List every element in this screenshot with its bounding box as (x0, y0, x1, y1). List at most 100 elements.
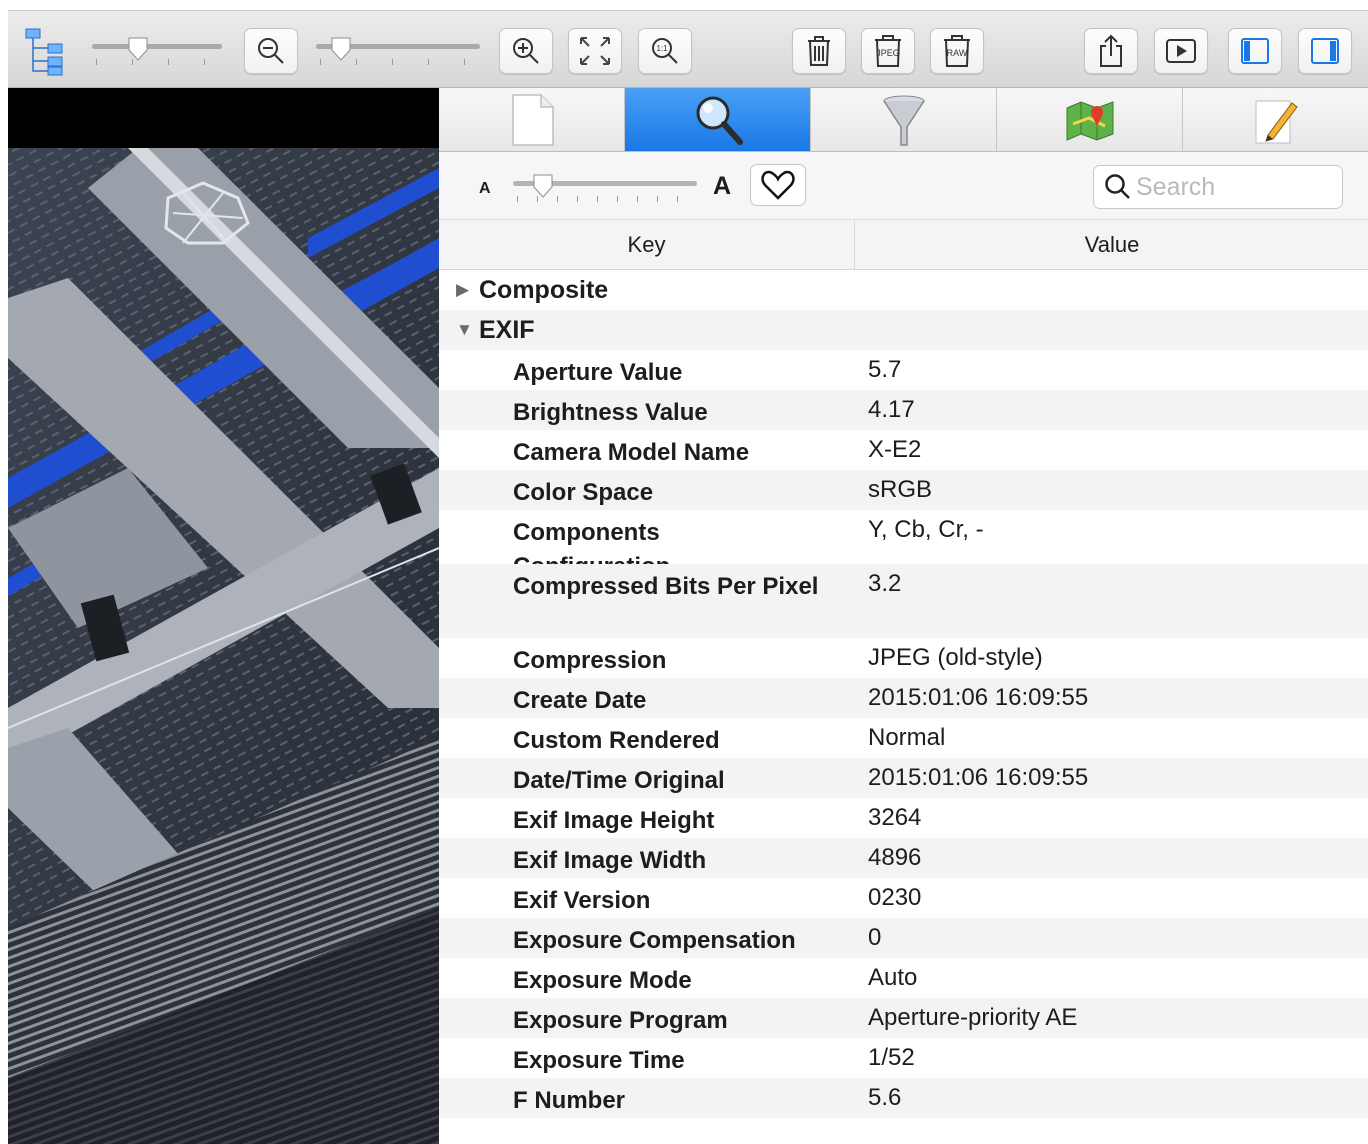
export-raw-button[interactable]: RAW (930, 28, 984, 74)
large-text-icon: A (713, 172, 732, 200)
row-key: Date/Time Original (513, 767, 725, 794)
row-key: Aperture Value (513, 359, 683, 386)
row-value: 5.6 (868, 1084, 902, 1111)
magnifier-icon (696, 96, 743, 145)
zoom-in-icon (513, 38, 539, 64)
row-value: Aperture-priority AE (868, 1004, 1078, 1031)
disclosure-down-icon[interactable]: ▼ (456, 320, 473, 340)
zoom-slider[interactable] (316, 37, 480, 66)
tab-edit[interactable] (1183, 88, 1368, 151)
toggle-right-sidebar-button[interactable] (1298, 28, 1352, 74)
row-value: Auto (868, 964, 918, 991)
row-value: 0 (868, 924, 882, 951)
search-input[interactable] (1136, 172, 1336, 202)
metadata-table: ▶ Composite ▼ EXIF Aperture Value 5.7 Bri… (439, 270, 1368, 1118)
slideshow-icon (1166, 39, 1196, 63)
toggle-left-sidebar-button[interactable] (1228, 28, 1282, 74)
row-value: 2015:01:06 16:09:55 (868, 684, 1089, 711)
share-button[interactable] (1084, 28, 1138, 74)
table-row[interactable]: Create Date 2015:01:06 16:09:55 (439, 678, 1368, 718)
share-icon (1100, 34, 1122, 67)
group-row-composite[interactable]: ▶ Composite (439, 270, 1368, 310)
table-row[interactable]: Aperture Value 5.7 (439, 350, 1368, 390)
document-icon (511, 93, 554, 146)
tab-metadata[interactable] (625, 88, 811, 151)
table-row[interactable]: Exif Image Width 4896 (439, 838, 1368, 878)
table-row[interactable]: Custom Rendered Normal (439, 718, 1368, 758)
text-size-slider[interactable] (513, 174, 697, 203)
table-row[interactable]: Exif Version 0230 (439, 878, 1368, 918)
small-text-icon: A (479, 180, 491, 197)
row-value: 5.7 (868, 356, 902, 383)
row-key: F Number (513, 1087, 626, 1114)
row-key: Compressed Bits Per Pixel (513, 573, 819, 600)
zoom-out-button[interactable] (244, 28, 298, 74)
table-row[interactable]: Color Space sRGB (439, 470, 1368, 510)
tab-file-info[interactable] (439, 88, 625, 151)
row-key: Create Date (513, 687, 647, 714)
actual-size-button[interactable]: 1:1 (638, 28, 692, 74)
table-row[interactable]: Brightness Value 4.17 (439, 390, 1368, 430)
search-field[interactable] (1093, 165, 1343, 209)
fit-to-window-button[interactable] (568, 28, 622, 74)
actual-size-label: 1:1 (656, 44, 668, 53)
favorites-button[interactable] (750, 164, 806, 206)
table-row[interactable]: Exposure Time 1/52 (439, 1038, 1368, 1078)
delete-button[interactable] (792, 28, 846, 74)
thumbnail-size-slider[interactable] (92, 37, 222, 66)
heart-icon (761, 170, 795, 200)
table-row[interactable]: Components ConfigurationY, Cb, Cr, - (439, 510, 1368, 580)
funnel-icon (882, 95, 925, 146)
row-key: Custom Rendered (513, 727, 720, 754)
row-key: Color Space (513, 479, 654, 506)
export-jpeg-button[interactable]: JPEG (861, 28, 915, 74)
tab-filter[interactable] (811, 88, 997, 151)
table-row[interactable]: Exposure Compensation 0 (439, 918, 1368, 958)
group-label: Composite (479, 276, 609, 304)
row-key: Exposure Mode (513, 967, 692, 994)
trash-icon (808, 36, 830, 66)
row-key: Brightness Value (513, 399, 708, 426)
group-label: EXIF (479, 316, 535, 344)
group-row-exif[interactable]: ▼ EXIF (439, 310, 1368, 350)
toolbar: 1:1 JPEG RAW (8, 10, 1368, 88)
table-row[interactable]: Compressed Bits Per Pixel 3.2 (439, 564, 1368, 638)
table-row[interactable]: Camera Model Name X-E2 (439, 430, 1368, 470)
left-sidebar-icon (1241, 38, 1269, 64)
disclosure-right-icon[interactable]: ▶ (456, 280, 469, 300)
row-value: Y, Cb, Cr, - (868, 516, 984, 543)
slideshow-button[interactable] (1154, 28, 1208, 74)
table-row[interactable]: Exposure Mode Auto (439, 958, 1368, 998)
table-header: Key Value (439, 220, 1368, 270)
row-value: 3264 (868, 804, 922, 831)
row-value: JPEG (old-style) (868, 644, 1043, 671)
row-value: X-E2 (868, 436, 922, 463)
row-key: Exif Image Width (513, 847, 707, 874)
table-row[interactable]: F Number 5.6 (439, 1078, 1368, 1118)
raw-icon: RAW (944, 35, 970, 67)
jpeg-label: JPEG (876, 48, 900, 58)
row-key: Compression (513, 647, 667, 674)
row-key: Exposure Program (513, 1007, 728, 1034)
image-preview-pane[interactable] (8, 88, 439, 1144)
row-value: 4896 (868, 844, 922, 871)
row-key: Exposure Compensation (513, 927, 796, 954)
value-column-header[interactable]: Value (856, 220, 1368, 270)
zoom-in-button[interactable] (499, 28, 553, 74)
pencil-icon (1255, 100, 1298, 143)
table-row[interactable]: Date/Time Original 2015:01:06 16:09:55 (439, 758, 1368, 798)
row-value: 1/52 (868, 1044, 915, 1071)
key-column-header[interactable]: Key (439, 220, 855, 270)
hierarchy-icon[interactable] (24, 27, 76, 77)
row-value: 0230 (868, 884, 922, 911)
table-row[interactable]: Exposure Program Aperture-priority AE (439, 998, 1368, 1038)
zoom-out-icon (258, 38, 284, 64)
row-value: 2015:01:06 16:09:55 (868, 764, 1089, 791)
inspector-tabs (439, 88, 1368, 152)
map-icon (1066, 100, 1113, 141)
raw-label: RAW (947, 48, 968, 58)
table-row[interactable]: Compression JPEG (old-style) (439, 638, 1368, 678)
tab-map[interactable] (997, 88, 1183, 151)
row-value: Normal (868, 724, 946, 751)
table-row[interactable]: Exif Image Height 3264 (439, 798, 1368, 838)
